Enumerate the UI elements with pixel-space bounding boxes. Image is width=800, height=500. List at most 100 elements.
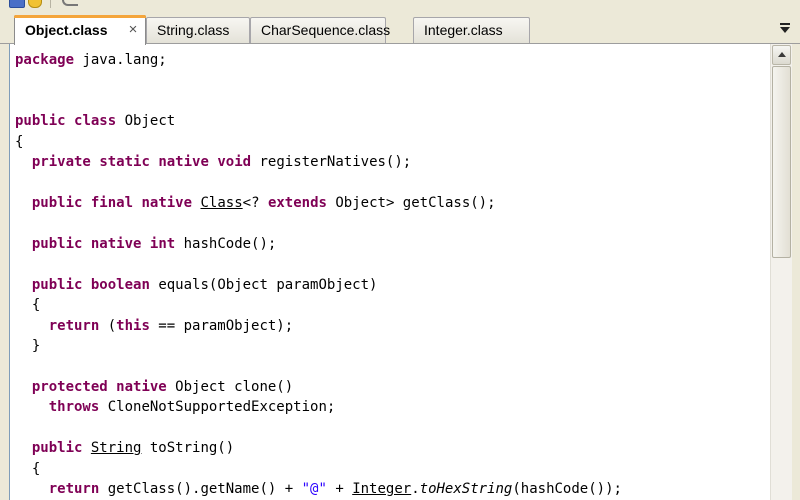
editor-tab-bar: Object.class × String.class CharSequence… <box>0 10 800 45</box>
code-keyword: protected <box>31 379 108 395</box>
code-line[interactable]: protected native Object clone() <box>15 377 768 397</box>
code-keyword: native <box>90 235 142 252</box>
toolbar-icon[interactable] <box>28 0 42 8</box>
code-token: } <box>15 338 41 355</box>
code-keyword: static <box>99 154 150 171</box>
code-type-link[interactable]: Class <box>200 195 242 211</box>
tab-label: Integer.class <box>424 22 503 38</box>
tab-list-menu-icon[interactable] <box>780 23 790 33</box>
code-line[interactable]: { <box>15 295 768 315</box>
code-line[interactable]: { <box>15 132 768 152</box>
code-line[interactable] <box>15 173 768 193</box>
code-line[interactable] <box>15 418 768 438</box>
code-type-link[interactable]: Integer <box>352 481 411 497</box>
code-line[interactable]: return getClass().getName() + "@" + Inte… <box>15 479 768 499</box>
code-keyword: public <box>31 195 83 212</box>
close-icon[interactable]: × <box>126 22 140 37</box>
code-line[interactable]: public String toString() <box>15 438 768 458</box>
code-line[interactable]: public native int hashCode(); <box>15 234 768 254</box>
code-token: toString() <box>141 440 235 457</box>
code-keyword: native <box>116 379 167 395</box>
code-token: Object> getClass(); <box>326 195 496 212</box>
code-token: { <box>15 460 41 477</box>
code-token: CloneNotSupportedException; <box>99 399 336 416</box>
code-token: ( <box>99 317 117 334</box>
code-token: (hashCode()); <box>512 481 622 498</box>
editor-left-margin <box>0 44 9 500</box>
code-token: getClass().getName() + <box>99 481 302 498</box>
code-keyword: package <box>15 52 75 68</box>
code-line[interactable]: return (this == paramObject); <box>15 316 768 336</box>
tab-object-class[interactable]: Object.class × <box>14 15 146 45</box>
toolbar-separator <box>50 0 51 8</box>
tab-label: String.class <box>157 22 230 38</box>
code-keyword: this <box>116 317 150 334</box>
undo-icon[interactable] <box>60 0 80 6</box>
code-line[interactable]: public final native Class<? extends Obje… <box>15 193 768 213</box>
code-line[interactable]: package java.lang; <box>15 50 768 70</box>
code-token: hashCode(); <box>175 235 277 252</box>
toolbar-icon[interactable] <box>9 0 25 8</box>
code-token: . <box>411 481 420 498</box>
tab-integer-class[interactable]: Integer.class <box>413 17 530 43</box>
code-token: <? <box>242 195 268 212</box>
code-editor[interactable]: package java.lang; public class Object { p… <box>9 44 792 500</box>
code-line[interactable]: } <box>15 336 768 356</box>
code-keyword: extends <box>267 195 327 212</box>
code-line[interactable]: public boolean equals(Object paramObject… <box>15 275 768 295</box>
code-line[interactable] <box>15 214 768 234</box>
code-line[interactable]: private static native void registerNativ… <box>15 152 768 172</box>
code-keyword: int <box>149 235 176 252</box>
scroll-up-button[interactable] <box>772 45 791 65</box>
code-token: { <box>15 297 41 314</box>
code-line[interactable] <box>15 70 768 90</box>
code-line[interactable] <box>15 357 768 377</box>
code-keyword: private <box>31 154 91 171</box>
code-keyword: public <box>31 440 83 457</box>
code-keyword: native <box>158 154 209 171</box>
code-line[interactable] <box>15 254 768 274</box>
code-token: toHexString <box>419 481 513 498</box>
vertical-scrollbar[interactable] <box>770 44 792 500</box>
code-keyword: class <box>74 113 117 130</box>
code-keyword: native <box>141 195 193 212</box>
code-token: equals(Object paramObject) <box>149 276 378 293</box>
scrollbar-thumb[interactable] <box>772 66 791 258</box>
code-content[interactable]: package java.lang; public class Object { p… <box>15 50 768 500</box>
tab-label: CharSequence.class <box>261 22 391 38</box>
tab-charsequence-class[interactable]: CharSequence.class <box>250 17 390 43</box>
code-line[interactable]: throws CloneNotSupportedException; <box>15 397 768 417</box>
code-keyword: boolean <box>90 276 150 293</box>
code-keyword: public <box>31 276 83 293</box>
code-keyword: throws <box>48 399 100 416</box>
code-line[interactable]: public class Object <box>15 111 768 131</box>
code-token: Object <box>116 113 176 130</box>
code-keyword: return <box>48 481 100 498</box>
code-keyword: return <box>48 317 100 334</box>
code-type-link[interactable]: String <box>91 440 142 456</box>
code-keyword: public <box>31 235 83 252</box>
code-keyword: final <box>90 195 134 212</box>
code-line[interactable]: { <box>15 459 768 479</box>
tab-label: Object.class <box>25 22 108 38</box>
code-keyword: public <box>15 113 66 130</box>
code-token: registerNatives(); <box>251 154 412 171</box>
code-token: + <box>326 481 353 498</box>
tab-string-class[interactable]: String.class <box>146 17 250 43</box>
code-line[interactable] <box>15 91 768 111</box>
code-token: java.lang; <box>74 52 167 68</box>
